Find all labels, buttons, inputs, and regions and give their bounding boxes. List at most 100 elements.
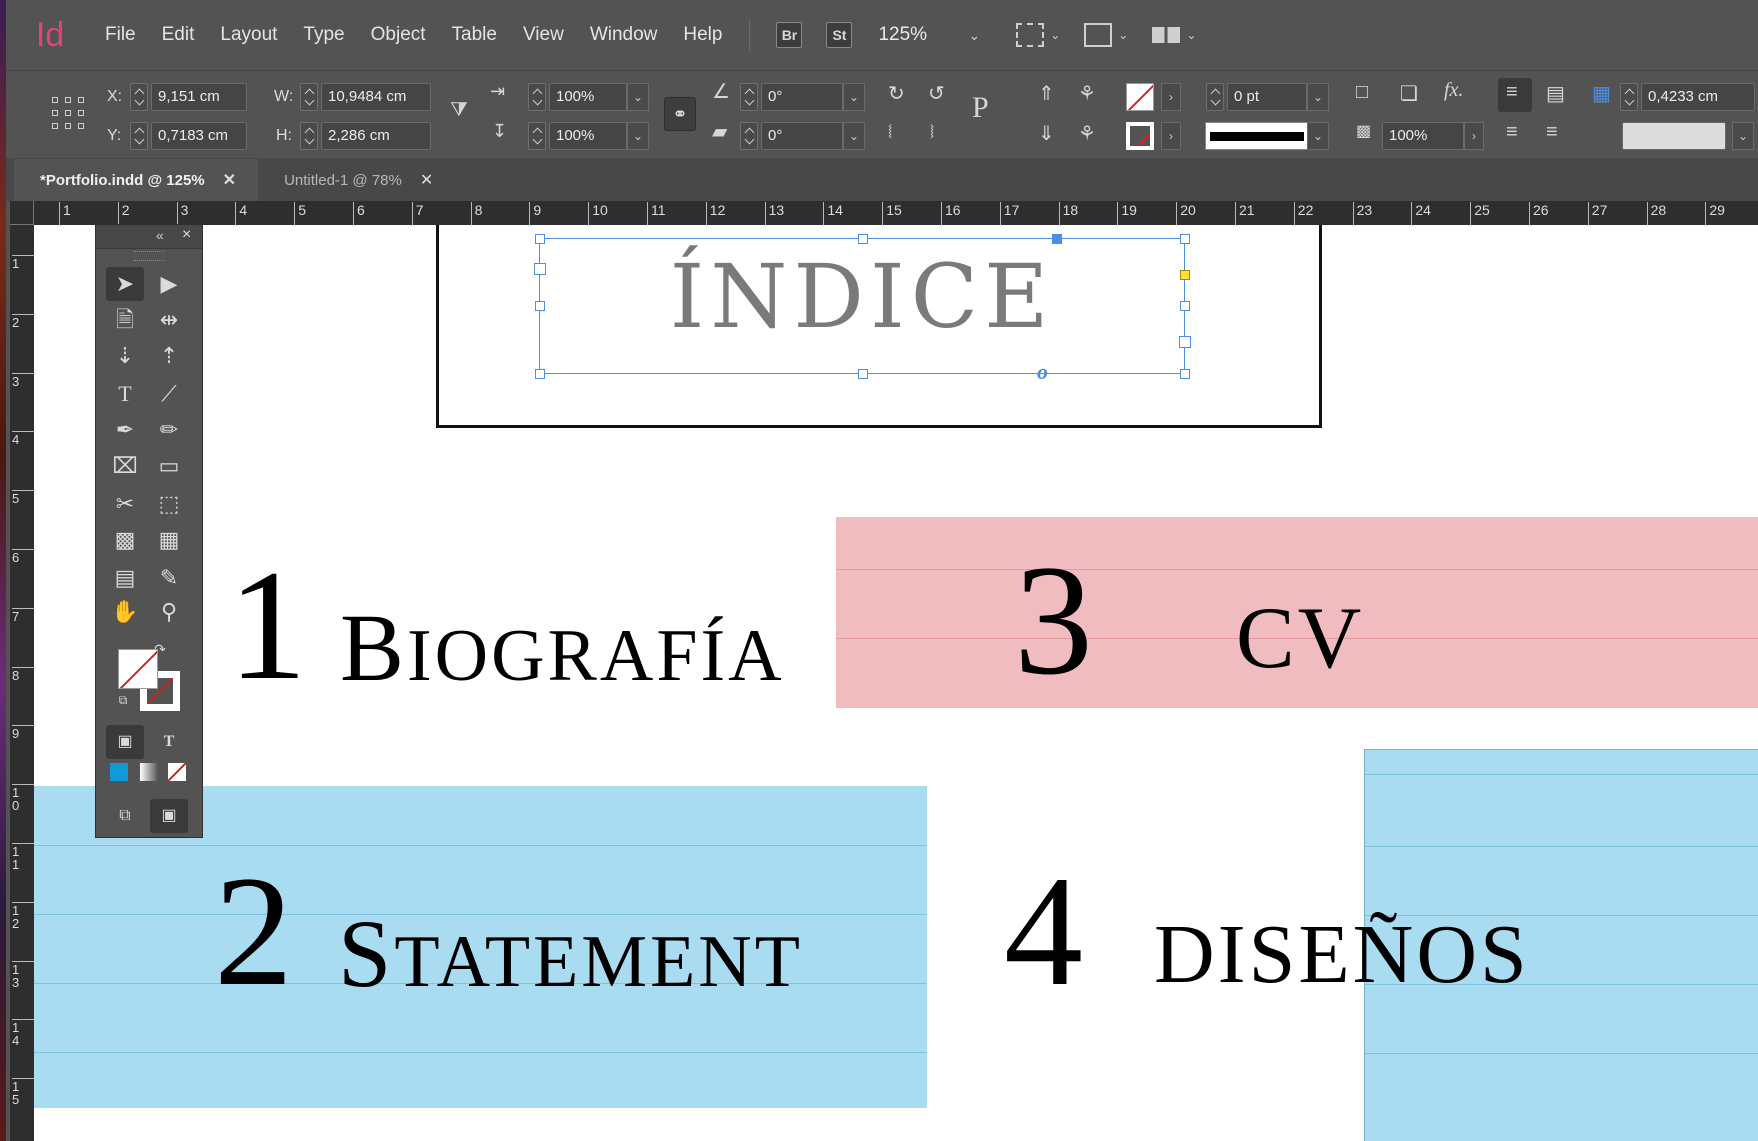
close-icon[interactable]: ✕ xyxy=(223,170,236,190)
tab-untitled[interactable]: Untitled-1 @ 78% ✕ xyxy=(258,159,455,201)
select-previous-object-icon[interactable]: ⚘ xyxy=(1078,81,1096,106)
shear-field[interactable]: 0° xyxy=(761,122,843,150)
scale-y-chevron-icon[interactable]: ⌄ xyxy=(627,122,649,150)
rotate-clockwise-icon[interactable]: ↻ xyxy=(888,81,905,106)
corner-options-handle[interactable] xyxy=(1180,270,1190,280)
selection-tool-icon[interactable]: ➤ xyxy=(106,267,144,301)
stroke-weight-stepper[interactable] xyxy=(1206,83,1224,111)
panel-grip[interactable] xyxy=(134,251,164,261)
close-icon[interactable]: × xyxy=(182,226,191,244)
section-title-cv[interactable]: CV xyxy=(1236,595,1364,683)
ruler-origin[interactable] xyxy=(10,201,34,225)
scale-x-field[interactable]: 100% xyxy=(549,83,627,111)
zoom-tool-icon[interactable]: ⚲ xyxy=(150,595,188,629)
resize-handle[interactable] xyxy=(1180,301,1190,311)
gradient-swatch-tool-icon[interactable]: ▩ xyxy=(106,523,144,557)
opacity-chevron-icon[interactable]: › xyxy=(1464,122,1484,150)
section-number-3[interactable]: 3 xyxy=(1014,542,1093,700)
swap-fill-stroke-icon[interactable]: ↷ xyxy=(150,639,170,659)
select-next-object-icon[interactable]: ⚘ xyxy=(1078,121,1096,146)
formatting-affects-text-icon[interactable]: T xyxy=(150,725,188,759)
formatting-affects-container-icon[interactable]: ▣ xyxy=(106,725,144,759)
tools-panel-header[interactable]: « × xyxy=(96,225,202,249)
fill-swatch-none-icon[interactable] xyxy=(1126,83,1154,111)
rotate-chevron-icon[interactable]: ⌄ xyxy=(843,83,865,111)
select-container-icon[interactable]: ⇑ xyxy=(1038,81,1055,106)
pen-tool-icon[interactable]: ✒ xyxy=(106,413,144,447)
menu-edit[interactable]: Edit xyxy=(149,0,208,70)
apply-color-icon[interactable] xyxy=(110,763,128,781)
opacity-field[interactable]: 100% xyxy=(1382,122,1464,150)
gap-tool-icon[interactable]: ⇹ xyxy=(150,303,188,337)
vertical-ruler[interactable]: 1 2 3 4 5 6 7 8 9 1 0 1 1 1 2 1 3 1 4 1 5 xyxy=(10,225,34,1141)
text-frame-options-icon[interactable]: ▤ xyxy=(1546,81,1565,106)
section-number-1[interactable]: 1 xyxy=(228,547,307,705)
document-canvas[interactable]: ÍNDICE o 1 BIOGRAFÍA 3 CV 2 STATEMENT 4 … xyxy=(34,225,1758,1141)
rotate-stepper[interactable] xyxy=(740,83,758,111)
gutter-stepper[interactable] xyxy=(1620,83,1638,111)
stroke-weight-chevron-icon[interactable]: ⌄ xyxy=(1307,83,1329,111)
out-port-handle[interactable] xyxy=(1052,234,1062,244)
direct-selection-tool-icon[interactable]: ▶ xyxy=(150,267,188,301)
rectangle-frame-tool-icon[interactable]: ⌧ xyxy=(106,449,144,483)
horizontal-ruler[interactable]: 1 2 3 4 5 6 7 8 9 10 11 12 13 14 15 16 17 18 19 20 21 22 23 24 2… xyxy=(34,201,1758,225)
x-stepper[interactable] xyxy=(130,83,148,111)
object-style-chevron-icon[interactable]: ⌄ xyxy=(1732,122,1754,150)
fill-swatch-chevron-icon[interactable]: › xyxy=(1161,83,1181,111)
section-title-biografia[interactable]: BIOGRAFÍA xyxy=(340,600,785,696)
in-port-handle[interactable] xyxy=(534,263,546,275)
page-tool-icon[interactable]: 🗎 xyxy=(106,303,144,337)
bridge-button[interactable]: Br xyxy=(776,22,803,48)
resize-handle[interactable] xyxy=(535,369,545,379)
h-field[interactable]: 2,286 cm xyxy=(321,122,431,150)
menu-object[interactable]: Object xyxy=(358,0,439,70)
shear-stepper[interactable] xyxy=(740,122,758,150)
rectangle-tool-icon[interactable]: ▭ xyxy=(150,449,188,483)
flip-vertical-icon[interactable]: ⧘ xyxy=(930,121,934,144)
resize-handle[interactable] xyxy=(535,234,545,244)
scissors-tool-icon[interactable]: ✂ xyxy=(106,487,144,521)
default-fill-stroke-icon[interactable]: ⧉ xyxy=(114,691,132,709)
zoom-chevron-down-icon[interactable]: ⌄ xyxy=(968,27,980,44)
stroke-type-chevron-icon[interactable]: ⌄ xyxy=(1307,122,1329,150)
rotate-field[interactable]: 0° xyxy=(761,83,843,111)
pencil-tool-icon[interactable]: ✏ xyxy=(150,413,188,447)
gutter-field[interactable]: 0,4233 cm xyxy=(1641,83,1755,111)
h-stepper[interactable] xyxy=(300,122,318,150)
tab-portfolio[interactable]: *Portfolio.indd @ 125% ✕ xyxy=(14,159,259,201)
view-options-chevron-icon[interactable]: ⌄ xyxy=(1050,28,1060,42)
gradient-feather-tool-icon[interactable]: ▦ xyxy=(150,523,188,557)
resize-handle[interactable] xyxy=(858,369,868,379)
w-stepper[interactable] xyxy=(300,83,318,111)
object-style-field[interactable] xyxy=(1622,122,1726,150)
stroke-swatch-chevron-icon[interactable]: › xyxy=(1161,122,1181,150)
menu-view[interactable]: View xyxy=(510,0,577,70)
align-center-icon[interactable]: ≡ xyxy=(1506,121,1518,144)
screen-mode-normal-icon[interactable]: ⧉ xyxy=(106,799,144,833)
arrange-documents-icon[interactable] xyxy=(1152,27,1181,43)
scale-x-stepper[interactable] xyxy=(528,83,546,111)
scale-y-stepper[interactable] xyxy=(528,122,546,150)
scale-y-field[interactable]: 100% xyxy=(549,122,627,150)
y-field[interactable]: 0,7183 cm xyxy=(151,122,247,150)
note-tool-icon[interactable]: ▤ xyxy=(106,561,144,595)
arrange-documents-chevron-icon[interactable]: ⌄ xyxy=(1186,28,1196,42)
section-number-2[interactable]: 2 xyxy=(214,853,293,1011)
corner-options-icon[interactable]: □ xyxy=(1356,81,1368,104)
eyedropper-tool-icon[interactable]: ✎ xyxy=(150,561,188,595)
stroke-type-sample[interactable] xyxy=(1205,122,1309,150)
view-options-icon[interactable] xyxy=(1016,23,1045,47)
shear-chevron-icon[interactable]: ⌄ xyxy=(843,122,865,150)
rotate-counterclockwise-icon[interactable]: ↺ xyxy=(928,81,945,106)
free-transform-tool-icon[interactable]: ⬚ xyxy=(150,487,188,521)
screen-mode-chevron-icon[interactable]: ⌄ xyxy=(1118,28,1128,42)
hand-tool-icon[interactable]: ✋ xyxy=(106,595,144,629)
y-stepper[interactable] xyxy=(130,122,148,150)
close-icon[interactable]: ✕ xyxy=(420,170,433,190)
constrain-proportions-icon[interactable]: ⧩ xyxy=(450,99,468,122)
out-port-handle[interactable] xyxy=(1179,336,1191,348)
scale-x-chevron-icon[interactable]: ⌄ xyxy=(627,83,649,111)
zoom-level[interactable]: 125% xyxy=(878,24,958,46)
menu-layout[interactable]: Layout xyxy=(207,0,290,70)
content-placer-tool-icon[interactable]: ⇡ xyxy=(150,339,188,373)
